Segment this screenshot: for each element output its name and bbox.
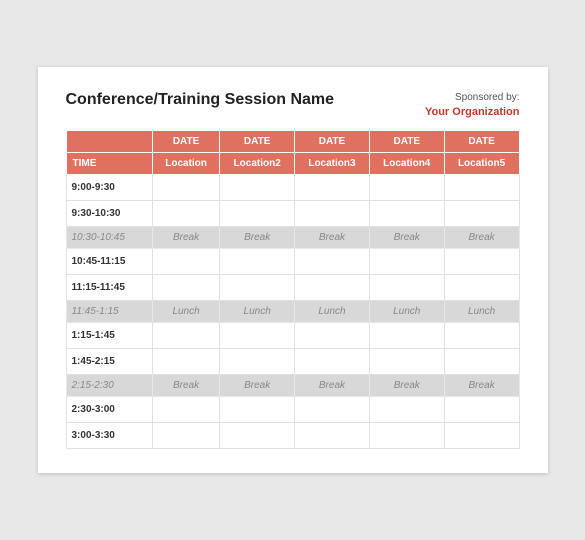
data-cell: Break — [444, 227, 519, 249]
loc-header-3: Location3 — [295, 153, 370, 175]
data-cell: Lunch — [220, 301, 295, 323]
table-row: 1:15-1:45 — [66, 323, 519, 349]
data-cell: Break — [295, 375, 370, 397]
data-cell — [369, 175, 444, 201]
data-cell — [444, 423, 519, 449]
data-cell — [295, 323, 370, 349]
data-cell — [295, 249, 370, 275]
data-cell: Break — [444, 375, 519, 397]
table-body: 9:00-9:309:30-10:3010:30-10:45BreakBreak… — [66, 175, 519, 449]
data-cell — [152, 201, 219, 227]
data-cell: Lunch — [369, 301, 444, 323]
loc-header-1: Location — [152, 153, 219, 175]
time-cell: 10:30-10:45 — [66, 227, 152, 249]
data-cell — [220, 423, 295, 449]
data-cell — [220, 323, 295, 349]
sponsor-block: Sponsored by: Your Organization — [425, 91, 520, 120]
loc-header-5: Location5 — [444, 153, 519, 175]
data-cell: Break — [295, 227, 370, 249]
top-header: Conference/Training Session Name Sponsor… — [66, 91, 520, 120]
table-row: 2:30-3:00 — [66, 397, 519, 423]
time-cell: 9:30-10:30 — [66, 201, 152, 227]
data-cell — [369, 201, 444, 227]
data-cell — [152, 349, 219, 375]
sponsor-label: Sponsored by: — [425, 91, 520, 105]
date-header-1: DATE — [152, 131, 219, 153]
time-cell: 11:45-1:15 — [66, 301, 152, 323]
data-cell: Lunch — [295, 301, 370, 323]
data-cell — [369, 249, 444, 275]
data-cell — [152, 249, 219, 275]
table-row: 9:30-10:30 — [66, 201, 519, 227]
data-cell — [444, 201, 519, 227]
data-cell — [220, 175, 295, 201]
time-cell: 10:45-11:15 — [66, 249, 152, 275]
data-cell — [444, 349, 519, 375]
table-row: 10:30-10:45BreakBreakBreakBreakBreak — [66, 227, 519, 249]
table-row: 11:45-1:15LunchLunchLunchLunchLunch — [66, 301, 519, 323]
date-header-4: DATE — [369, 131, 444, 153]
time-cell: 2:15-2:30 — [66, 375, 152, 397]
data-cell — [369, 397, 444, 423]
data-cell — [220, 249, 295, 275]
date-header-3: DATE — [295, 131, 370, 153]
data-cell — [152, 397, 219, 423]
time-cell: 1:15-1:45 — [66, 323, 152, 349]
table-row: 2:15-2:30BreakBreakBreakBreakBreak — [66, 375, 519, 397]
data-cell — [152, 275, 219, 301]
page-container: Conference/Training Session Name Sponsor… — [38, 67, 548, 473]
table-row: 3:00-3:30 — [66, 423, 519, 449]
data-cell — [444, 175, 519, 201]
data-cell — [295, 201, 370, 227]
time-cell: 2:30-3:00 — [66, 397, 152, 423]
time-cell: 11:15-11:45 — [66, 275, 152, 301]
data-cell — [152, 323, 219, 349]
time-cell: 3:00-3:30 — [66, 423, 152, 449]
location-header-row: TIME Location Location2 Location3 Locati… — [66, 153, 519, 175]
data-cell — [295, 175, 370, 201]
data-cell: Break — [369, 227, 444, 249]
table-row: 10:45-11:15 — [66, 249, 519, 275]
data-cell: Break — [220, 227, 295, 249]
date-header-5: DATE — [444, 131, 519, 153]
data-cell — [444, 323, 519, 349]
data-cell: Lunch — [152, 301, 219, 323]
date-header-empty — [66, 131, 152, 153]
data-cell — [295, 275, 370, 301]
data-cell: Break — [369, 375, 444, 397]
time-cell: 1:45-2:15 — [66, 349, 152, 375]
data-cell: Break — [152, 227, 219, 249]
date-header-2: DATE — [220, 131, 295, 153]
table-row: 11:15-11:45 — [66, 275, 519, 301]
data-cell — [220, 275, 295, 301]
data-cell — [444, 249, 519, 275]
date-header-row: DATE DATE DATE DATE DATE — [66, 131, 519, 153]
data-cell — [369, 423, 444, 449]
loc-header-4: Location4 — [369, 153, 444, 175]
data-cell — [369, 323, 444, 349]
table-row: 9:00-9:30 — [66, 175, 519, 201]
data-cell — [444, 275, 519, 301]
table-row: 1:45-2:15 — [66, 349, 519, 375]
time-cell: 9:00-9:30 — [66, 175, 152, 201]
data-cell: Break — [220, 375, 295, 397]
data-cell — [220, 349, 295, 375]
session-title: Conference/Training Session Name — [66, 91, 335, 109]
data-cell — [369, 275, 444, 301]
data-cell — [444, 397, 519, 423]
schedule-table: DATE DATE DATE DATE DATE TIME Location L… — [66, 130, 520, 449]
time-header: TIME — [66, 153, 152, 175]
data-cell — [220, 397, 295, 423]
data-cell — [295, 349, 370, 375]
data-cell: Break — [152, 375, 219, 397]
loc-header-2: Location2 — [220, 153, 295, 175]
sponsor-name: Your Organization — [425, 105, 520, 120]
data-cell — [295, 397, 370, 423]
data-cell — [295, 423, 370, 449]
data-cell: Lunch — [444, 301, 519, 323]
data-cell — [369, 349, 444, 375]
data-cell — [152, 175, 219, 201]
data-cell — [152, 423, 219, 449]
data-cell — [220, 201, 295, 227]
